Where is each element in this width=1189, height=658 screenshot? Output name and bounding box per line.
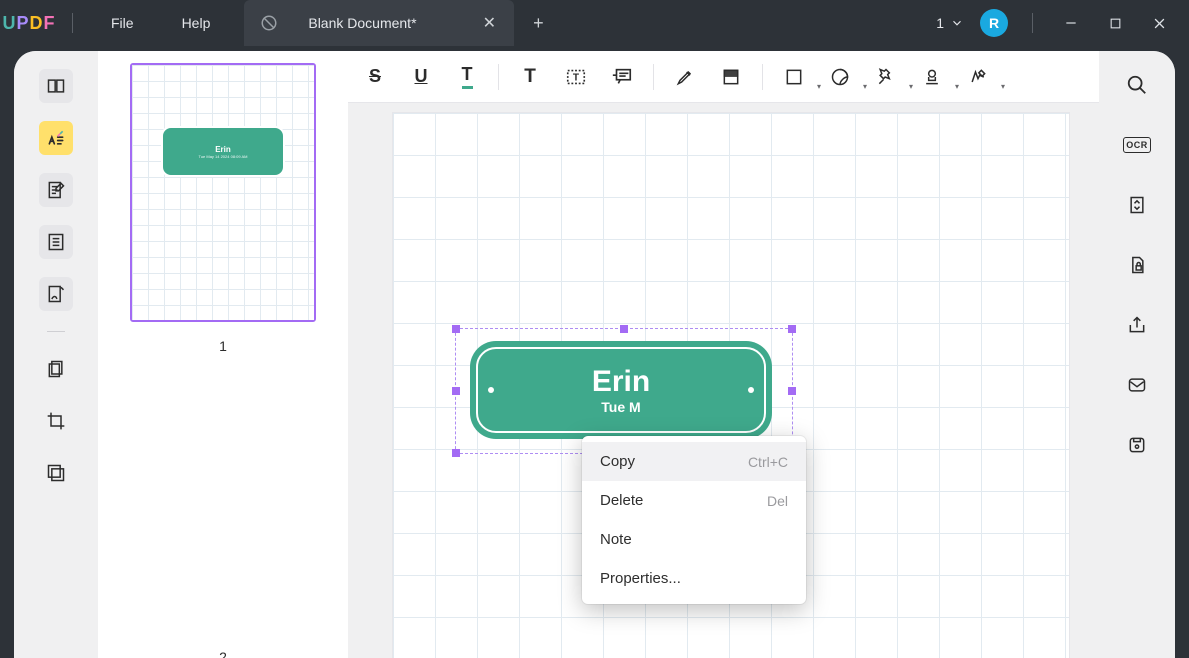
context-menu-label: Delete	[600, 492, 643, 509]
tool-stamp[interactable]: ▾	[911, 57, 953, 97]
rail-organize[interactable]	[39, 225, 73, 259]
page-indicator[interactable]: 1	[930, 15, 970, 31]
thumbnail-page-1[interactable]: Erin Tue May 14 2024 08:09 AM	[130, 63, 316, 322]
context-menu-label: Note	[600, 531, 632, 548]
chevron-down-icon	[950, 16, 964, 30]
rail-crop[interactable]	[39, 404, 73, 438]
thumbnail-panel: Erin Tue May 14 2024 08:09 AM 1 2	[98, 51, 348, 658]
workspace: Erin Tue May 14 2024 08:09 AM 1 2 S U T …	[14, 51, 1175, 658]
annotation-toolbar: S U T T T ▾ ▾ ▾ ▾ ▾	[348, 51, 1099, 103]
stamp-object[interactable]: Erin Tue M	[470, 341, 772, 439]
svg-text:T: T	[573, 72, 580, 83]
toolbar-separator	[498, 64, 499, 90]
rail-comment[interactable]	[39, 121, 73, 155]
thumbnail-page-2[interactable]	[130, 374, 316, 633]
window-close[interactable]	[1139, 3, 1179, 43]
save-button[interactable]	[1121, 429, 1153, 461]
context-menu-note[interactable]: Note	[582, 520, 806, 559]
tool-textbox[interactable]: T	[555, 57, 597, 97]
page-count: 1	[936, 15, 944, 31]
search-button[interactable]	[1121, 69, 1153, 101]
context-menu-shortcut: Del	[767, 493, 788, 509]
tool-underline[interactable]: U	[400, 57, 442, 97]
document-icon	[260, 14, 278, 32]
user-avatar[interactable]: R	[980, 9, 1008, 37]
rail-fill-sign[interactable]	[39, 277, 73, 311]
resize-handle-bl[interactable]	[452, 449, 460, 457]
tool-text-color[interactable]: T	[446, 57, 488, 97]
resize-handle-mr[interactable]	[788, 387, 796, 395]
tool-highlighter[interactable]	[664, 57, 706, 97]
stamp-dot-icon	[488, 387, 494, 393]
menu-help[interactable]: Help	[158, 15, 235, 31]
email-button[interactable]	[1121, 369, 1153, 401]
tab-close-button[interactable]: ✕	[480, 14, 498, 32]
app-logo: UPDF	[0, 0, 58, 46]
stamp-date: Tue M	[601, 399, 640, 415]
tool-text[interactable]: T	[509, 57, 551, 97]
divider	[1032, 13, 1033, 33]
resize-handle-tr[interactable]	[788, 325, 796, 333]
right-rail: OCR	[1099, 51, 1175, 658]
resize-handle-ml[interactable]	[452, 387, 460, 395]
tool-shape[interactable]: ▾	[773, 57, 815, 97]
thumbnail-number: 1	[219, 338, 227, 354]
menu-file[interactable]: File	[87, 15, 158, 31]
tab-active[interactable]: Blank Document* ✕	[244, 0, 514, 46]
context-menu-shortcut: Ctrl+C	[748, 454, 788, 470]
window-minimize[interactable]	[1051, 3, 1091, 43]
tab-title: Blank Document*	[308, 15, 450, 31]
rail-pages[interactable]	[39, 352, 73, 386]
tool-signature[interactable]: ▾	[957, 57, 999, 97]
tool-area-highlight[interactable]	[710, 57, 752, 97]
rail-compare[interactable]	[39, 456, 73, 490]
context-menu-properties[interactable]: Properties...	[582, 559, 806, 598]
protect-button[interactable]	[1121, 249, 1153, 281]
toolbar-separator	[653, 64, 654, 90]
rail-edit[interactable]	[39, 173, 73, 207]
tab-add-button[interactable]: +	[522, 7, 554, 39]
tool-sticker[interactable]: ▾	[819, 57, 861, 97]
stamp-name: Erin	[592, 365, 650, 399]
resize-handle-tl[interactable]	[452, 325, 460, 333]
thumbnail-number: 2	[219, 649, 227, 658]
tabs: Blank Document* ✕ +	[244, 0, 554, 46]
resize-handle-tc[interactable]	[620, 325, 628, 333]
context-menu-delete[interactable]: Delete Del	[582, 481, 806, 520]
tool-pin[interactable]: ▾	[865, 57, 907, 97]
window-maximize[interactable]	[1095, 3, 1135, 43]
thumbnail-stamp: Erin Tue May 14 2024 08:09 AM	[161, 126, 285, 177]
rail-reader[interactable]	[39, 69, 73, 103]
share-button[interactable]	[1121, 309, 1153, 341]
context-menu-label: Copy	[600, 453, 635, 470]
tool-callout[interactable]	[601, 57, 643, 97]
titlebar: UPDF File Help Blank Document* ✕ + 1 R	[0, 0, 1189, 46]
context-menu: Copy Ctrl+C Delete Del Note Properties..…	[582, 436, 806, 604]
divider	[72, 13, 73, 33]
titlebar-right: 1 R	[930, 3, 1189, 43]
toolbar-separator	[762, 64, 763, 90]
context-menu-label: Properties...	[600, 570, 681, 587]
ocr-button[interactable]: OCR	[1121, 129, 1153, 161]
context-menu-copy[interactable]: Copy Ctrl+C	[582, 442, 806, 481]
rail-divider	[47, 331, 65, 332]
stamp-dot-icon	[748, 387, 754, 393]
convert-button[interactable]	[1121, 189, 1153, 221]
left-rail	[14, 51, 98, 658]
tool-strikethrough[interactable]: S	[354, 57, 396, 97]
